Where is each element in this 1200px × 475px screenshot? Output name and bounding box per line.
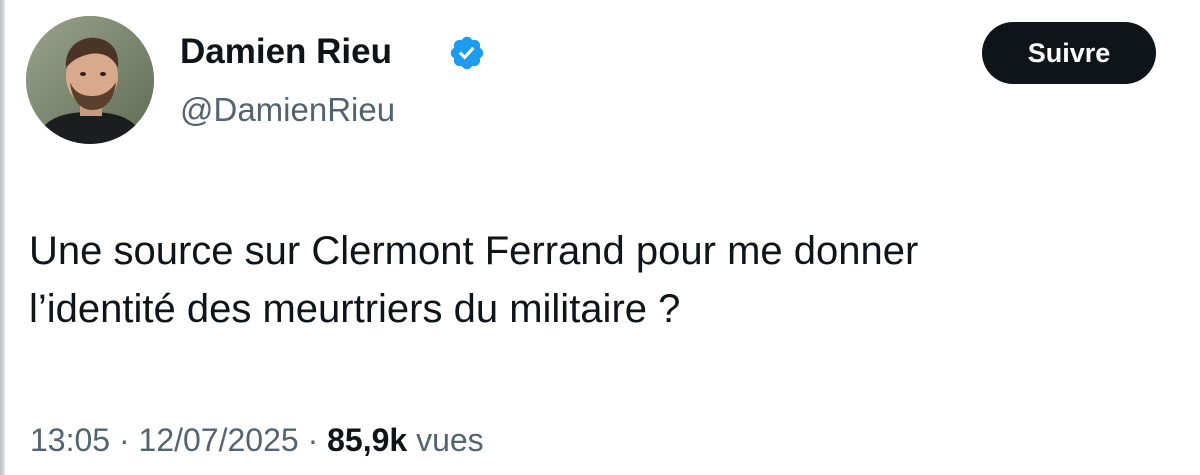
views-label: vues: [416, 422, 484, 458]
author-handle[interactable]: @DamienRieu: [180, 88, 395, 132]
tweet-metadata: 13:05 · 12/07/2025 · 85,9k vues: [30, 418, 484, 462]
window-edge: [0, 0, 5, 475]
tweet-text: Une source sur Clermont Ferrand pour me …: [29, 222, 1179, 338]
verified-badge-icon: [450, 36, 484, 70]
separator-dot: ·: [110, 422, 139, 458]
tweet-text-line: Une source sur Clermont Ferrand pour me …: [29, 229, 919, 273]
tweet-time[interactable]: 13:05: [30, 422, 110, 458]
tweet-date[interactable]: 12/07/2025: [139, 422, 299, 458]
follow-button[interactable]: Suivre: [982, 22, 1156, 84]
avatar[interactable]: [26, 16, 154, 144]
tweet-text-line: l’identité des meurtriers du militaire ?: [29, 287, 681, 331]
profile-photo-icon: [26, 16, 154, 144]
author-display-name[interactable]: Damien Rieu: [180, 30, 392, 74]
separator-dot: ·: [298, 422, 328, 458]
views-count[interactable]: 85,9k: [327, 422, 407, 458]
